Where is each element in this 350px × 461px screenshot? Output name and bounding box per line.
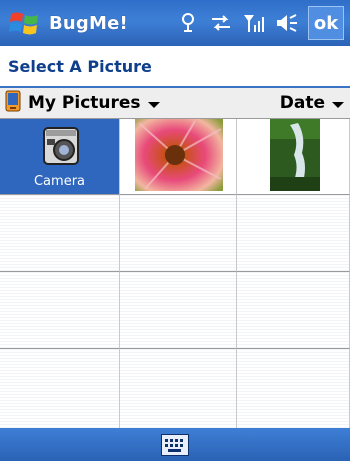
grid-empty-cell: [237, 195, 350, 272]
grid-item-photo[interactable]: [237, 119, 350, 195]
camera-icon: [40, 124, 82, 172]
picture-grid: Camera: [0, 119, 350, 428]
grid-item-photo[interactable]: [120, 119, 237, 195]
grid-empty-cell: [237, 349, 350, 428]
chevron-down-icon: [332, 101, 344, 108]
folder-label: My Pictures: [28, 93, 141, 113]
grid-empty-cell: [120, 272, 237, 349]
camera-label: Camera: [33, 174, 86, 189]
grid-item-camera[interactable]: Camera: [0, 119, 120, 195]
windows-flag-icon[interactable]: [7, 6, 43, 40]
phone-screen: BugMe! ok Select A Picture My Pictures D…: [0, 0, 350, 461]
grid-empty-cell: [0, 349, 120, 428]
connectivity-icon[interactable]: [209, 11, 233, 35]
folder-icon: [5, 90, 21, 116]
keyboard-icon[interactable]: [161, 433, 189, 456]
sort-label: Date: [279, 93, 325, 113]
grid-empty-cell: [0, 195, 120, 272]
grid-empty-cell: [120, 195, 237, 272]
folder-dropdown[interactable]: My Pictures: [5, 90, 160, 116]
page-header: Select A Picture: [0, 46, 350, 88]
waterfall-photo-thumbnail: [270, 119, 320, 195]
flower-photo-thumbnail: [135, 119, 223, 195]
signal-icon[interactable]: [242, 11, 266, 35]
menu-bar: [0, 428, 350, 461]
page-title: Select A Picture: [8, 56, 152, 76]
status-tray: ok: [176, 6, 344, 40]
speaker-tune-icon[interactable]: [176, 11, 200, 35]
chevron-down-icon: [147, 101, 160, 108]
app-title: BugMe!: [49, 12, 128, 34]
volume-icon[interactable]: [275, 11, 299, 35]
grid-empty-cell: [0, 272, 120, 349]
grid-empty-cell: [120, 349, 237, 428]
grid-empty-cell: [237, 272, 350, 349]
sort-dropdown[interactable]: Date: [280, 88, 344, 118]
filter-bar: My Pictures Date: [0, 88, 350, 119]
title-bar: BugMe! ok: [0, 0, 350, 46]
ok-button[interactable]: ok: [308, 6, 344, 40]
